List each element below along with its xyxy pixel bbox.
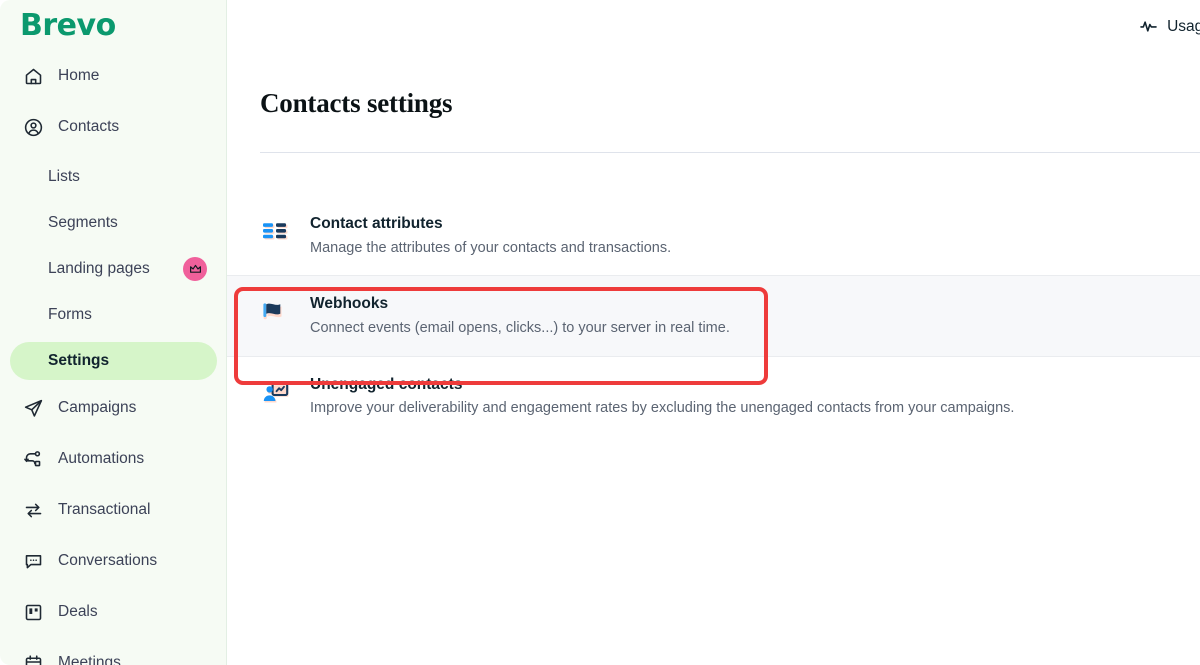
settings-row-description: Improve your deliverability and engageme… — [310, 400, 1015, 417]
main-content: Usage and p Contacts settings — [227, 0, 1200, 665]
board-columns-icon — [22, 601, 44, 623]
page-title: Contacts settings — [260, 88, 453, 118]
sidebar-item-settings[interactable]: Settings — [10, 342, 217, 380]
sidebar-item-meetings[interactable]: Meetings — [10, 643, 217, 665]
settings-row-description: Connect events (email opens, clicks...) … — [310, 320, 730, 337]
sidebar-nav: Home Contacts Lists Segments Landing pag… — [0, 56, 226, 665]
settings-row-title: Webhooks — [310, 295, 389, 313]
usage-and-plan-label: Usage and p — [1167, 17, 1200, 35]
settings-row-text: Unengaged contacts Improve your delivera… — [310, 375, 1014, 418]
sidebar-item-label: Forms — [48, 306, 92, 323]
chat-bubble-icon — [22, 550, 44, 572]
sidebar-item-conversations[interactable]: Conversations — [10, 541, 217, 581]
brevo-logo[interactable]: Brevo — [20, 8, 116, 43]
settings-row-description: Manage the attributes of your contacts a… — [310, 239, 672, 256]
brevo-app-window: Brevo Home Contacts Lists Segments Landi… — [0, 0, 1200, 665]
sidebar-item-landing-pages[interactable]: Landing pages — [10, 250, 217, 288]
sidebar-item-campaigns[interactable]: Campaigns — [10, 388, 217, 428]
sidebar-item-home[interactable]: Home — [10, 56, 217, 96]
exchange-arrows-icon — [22, 499, 44, 521]
settings-row-title: Unengaged contacts — [310, 375, 463, 393]
house-icon — [22, 65, 44, 87]
paper-plane-icon — [22, 397, 44, 419]
sidebar-item-label: Lists — [48, 168, 80, 185]
sidebar-item-deals[interactable]: Deals — [10, 592, 217, 632]
sidebar-item-label: Deals — [58, 603, 98, 620]
sidebar-item-automations[interactable]: Automations — [10, 439, 217, 479]
unengaged-contact-icon — [260, 377, 292, 409]
sidebar-item-label: Landing pages — [48, 260, 150, 277]
sidebar-item-label: Segments — [48, 214, 118, 231]
settings-row-unengaged-contacts[interactable]: Unengaged contacts Improve your delivera… — [227, 357, 1200, 436]
settings-row-title: Contact attributes — [310, 215, 443, 232]
flag-icon — [260, 296, 292, 328]
sidebar-item-segments[interactable]: Segments — [10, 204, 217, 242]
sidebar-item-label: Conversations — [58, 552, 158, 569]
automation-flow-icon — [22, 448, 44, 470]
topbar: Usage and p — [227, 0, 1200, 56]
sidebar-item-label: Meetings — [58, 654, 121, 665]
attribute-list-icon — [260, 216, 292, 248]
settings-row-text: Webhooks Connect events (email opens, cl… — [310, 294, 730, 337]
settings-rows-list: Contact attributes Manage the attributes… — [227, 196, 1200, 436]
sidebar-item-lists[interactable]: Lists — [10, 158, 217, 196]
user-circle-icon — [22, 116, 44, 138]
sidebar-item-transactional[interactable]: Transactional — [10, 490, 217, 530]
sidebar: Brevo Home Contacts Lists Segments Landi… — [0, 0, 227, 665]
sidebar-item-forms[interactable]: Forms — [10, 296, 217, 334]
sidebar-item-label: Automations — [58, 450, 145, 467]
title-divider — [260, 152, 1200, 153]
sidebar-item-label: Contacts — [58, 118, 120, 135]
settings-row-text: Contact attributes Manage the attributes… — [310, 214, 671, 257]
sidebar-item-label: Home — [58, 67, 100, 84]
sidebar-item-label: Transactional — [58, 501, 151, 518]
settings-row-webhooks[interactable]: Webhooks Connect events (email opens, cl… — [227, 275, 1200, 357]
settings-row-contact-attributes[interactable]: Contact attributes Manage the attributes… — [227, 196, 1200, 275]
calendar-icon — [22, 652, 44, 665]
crown-icon — [183, 257, 207, 281]
activity-pulse-icon — [1139, 17, 1158, 36]
sidebar-item-label: Campaigns — [58, 399, 137, 416]
sidebar-item-contacts[interactable]: Contacts — [10, 107, 217, 147]
sidebar-item-label: Settings — [48, 352, 110, 369]
usage-and-plan-link[interactable]: Usage and p — [1139, 17, 1200, 36]
